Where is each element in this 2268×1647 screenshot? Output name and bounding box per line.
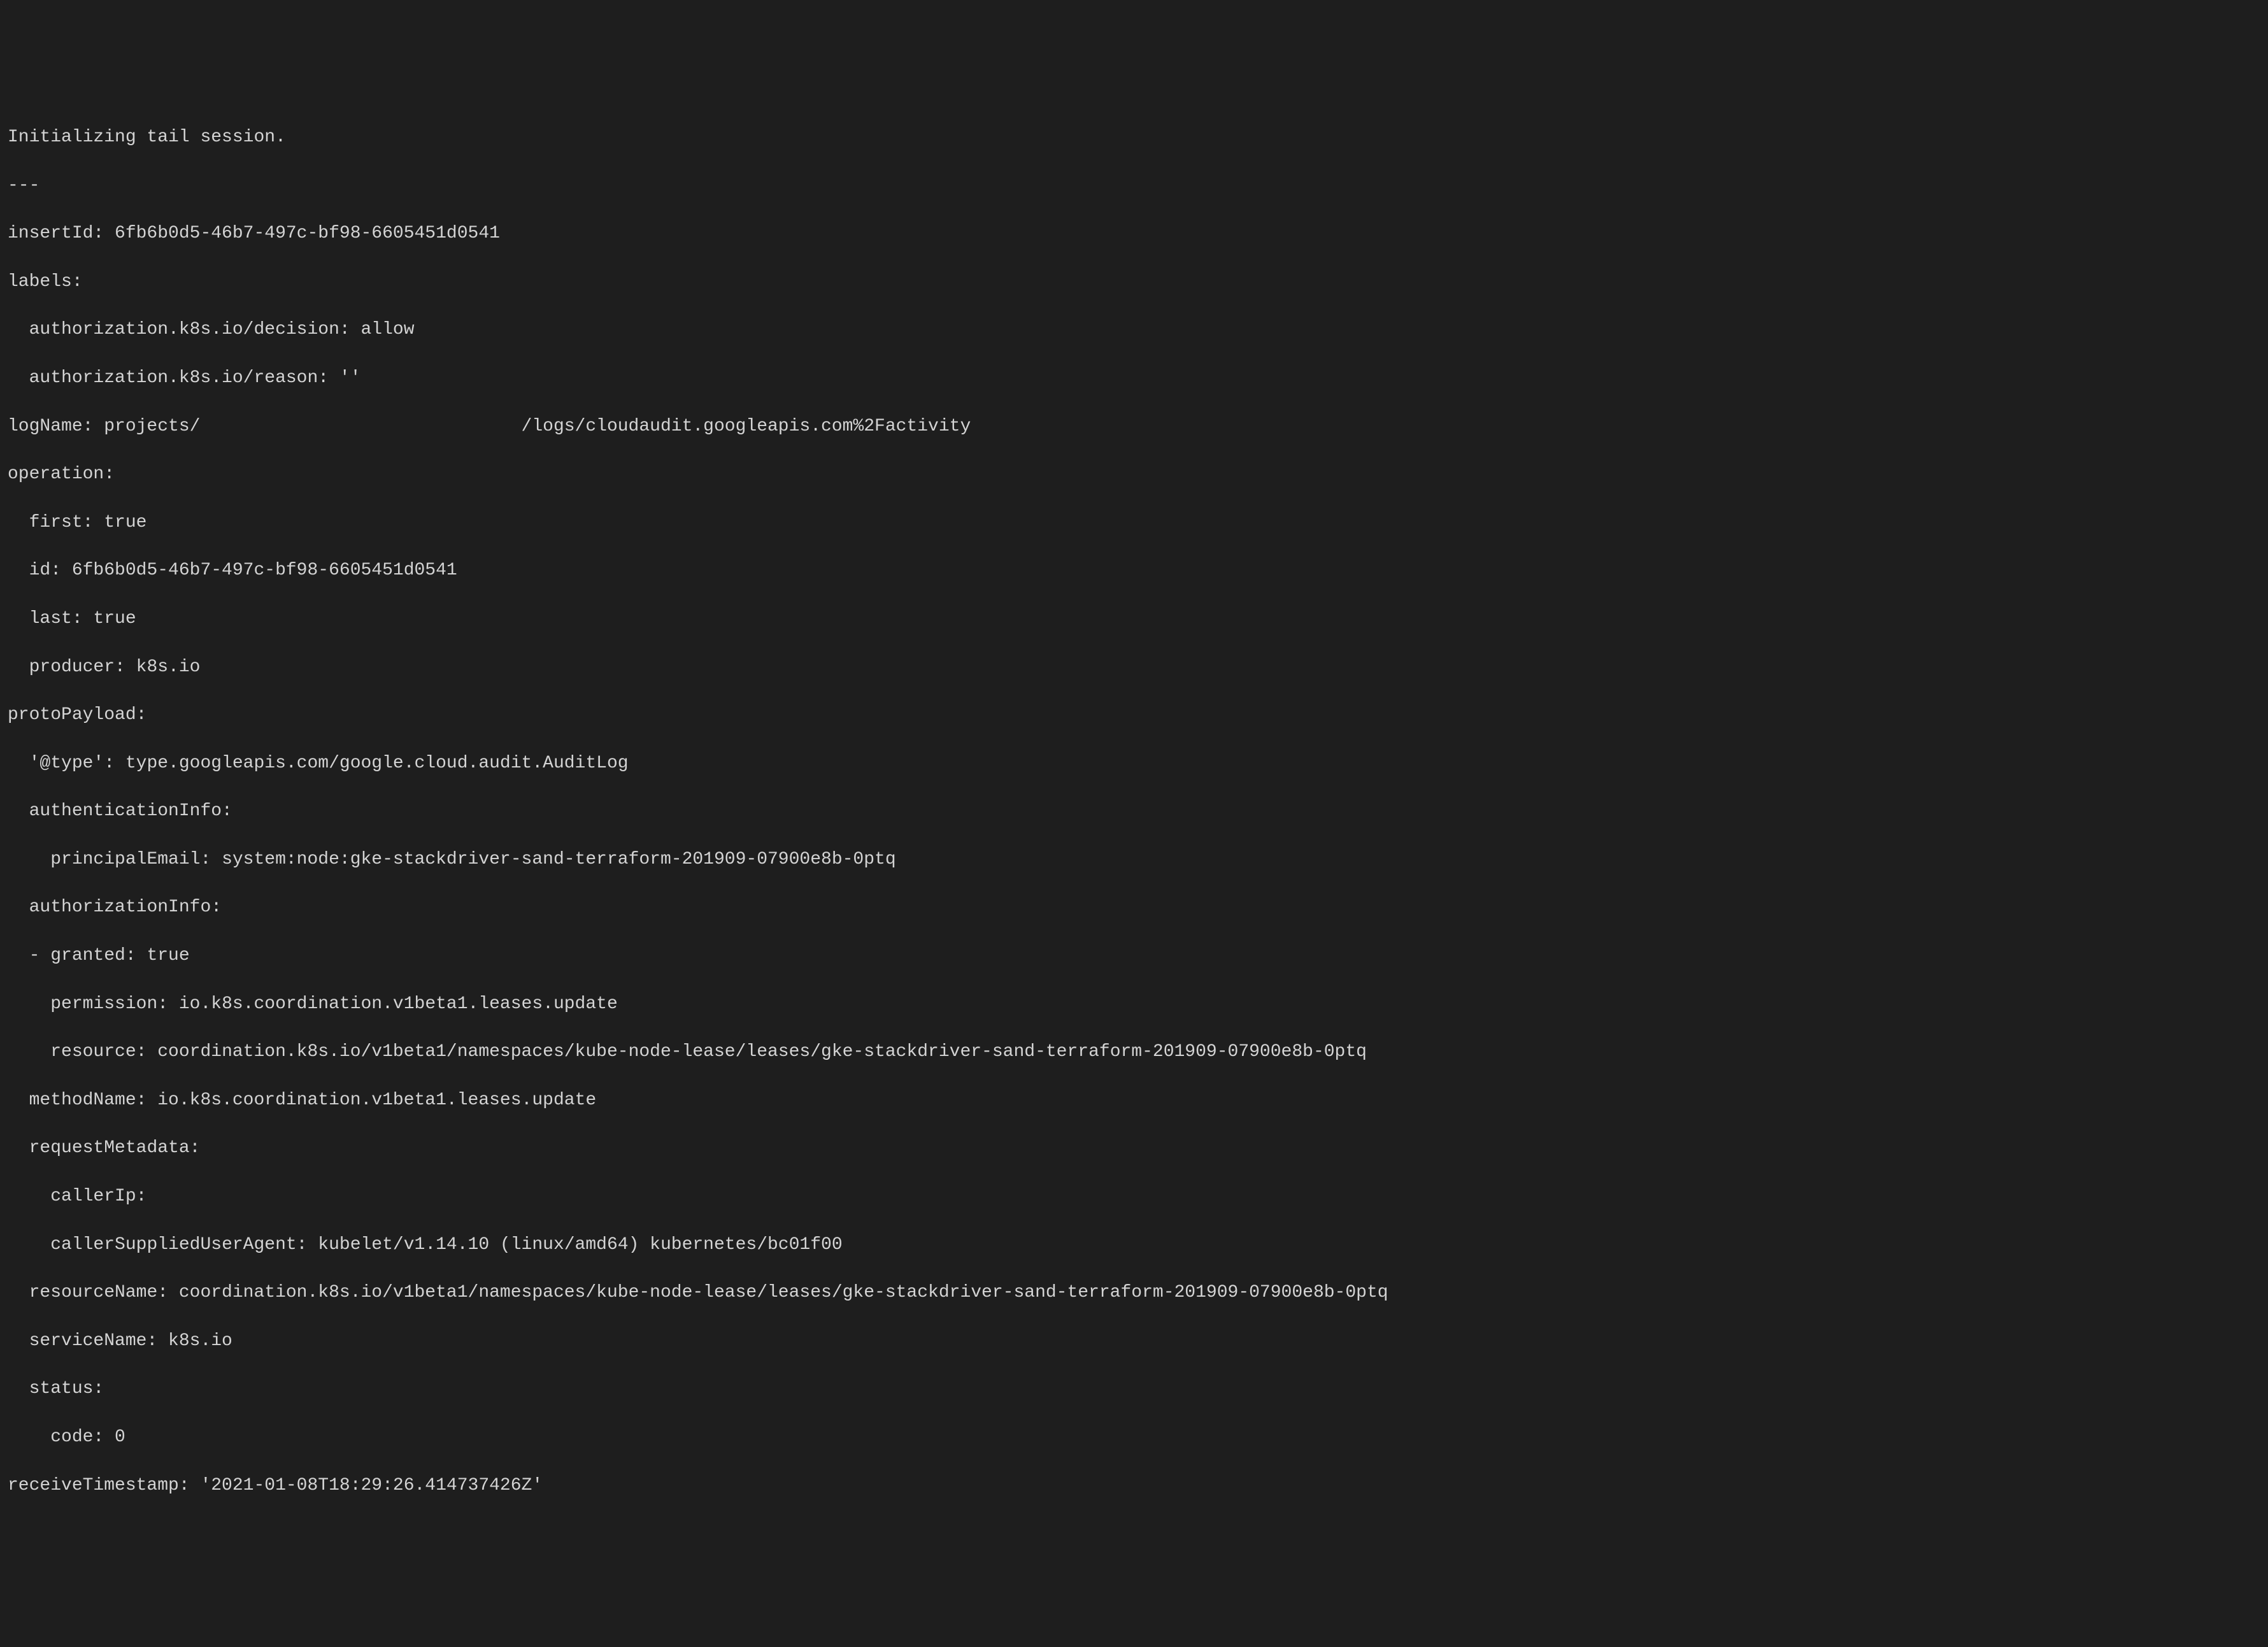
- log-line: principalEmail: system:node:gke-stackdri…: [8, 848, 2260, 872]
- log-line: insertId: 6fb6b0d5-46b7-497c-bf98-660545…: [8, 222, 2260, 246]
- log-line: producer: k8s.io: [8, 655, 2260, 680]
- log-line: methodName: io.k8s.coordination.v1beta1.…: [8, 1088, 2260, 1113]
- log-line: permission: io.k8s.coordination.v1beta1.…: [8, 992, 2260, 1016]
- terminal-output[interactable]: Initializing tail session. --- insertId:…: [8, 101, 2260, 1522]
- log-line: status:: [8, 1377, 2260, 1401]
- log-line: callerSuppliedUserAgent: kubelet/v1.14.1…: [8, 1233, 2260, 1257]
- log-line: - granted: true: [8, 944, 2260, 968]
- log-line: labels:: [8, 270, 2260, 294]
- log-line: first: true: [8, 511, 2260, 535]
- log-line: code: 0: [8, 1425, 2260, 1450]
- log-line: resource: coordination.k8s.io/v1beta1/na…: [8, 1040, 2260, 1064]
- log-line: resourceName: coordination.k8s.io/v1beta…: [8, 1281, 2260, 1305]
- log-line: Initializing tail session.: [8, 125, 2260, 150]
- log-line: ---: [8, 174, 2260, 198]
- log-line: receiveTimestamp: '2021-01-08T18:29:26.4…: [8, 1474, 2260, 1498]
- log-line: logName: projects/ /logs/cloudaudit.goog…: [8, 415, 2260, 439]
- log-line: callerIp:: [8, 1185, 2260, 1209]
- log-line: authorization.k8s.io/reason: '': [8, 366, 2260, 390]
- log-line: operation:: [8, 462, 2260, 487]
- log-line: authorization.k8s.io/decision: allow: [8, 318, 2260, 342]
- log-line: serviceName: k8s.io: [8, 1329, 2260, 1353]
- log-line: id: 6fb6b0d5-46b7-497c-bf98-6605451d0541: [8, 559, 2260, 583]
- log-line: last: true: [8, 607, 2260, 631]
- log-line: authorizationInfo:: [8, 895, 2260, 920]
- log-line: authenticationInfo:: [8, 799, 2260, 824]
- log-line: '@type': type.googleapis.com/google.clou…: [8, 752, 2260, 776]
- log-line: requestMetadata:: [8, 1136, 2260, 1160]
- log-line: protoPayload:: [8, 703, 2260, 727]
